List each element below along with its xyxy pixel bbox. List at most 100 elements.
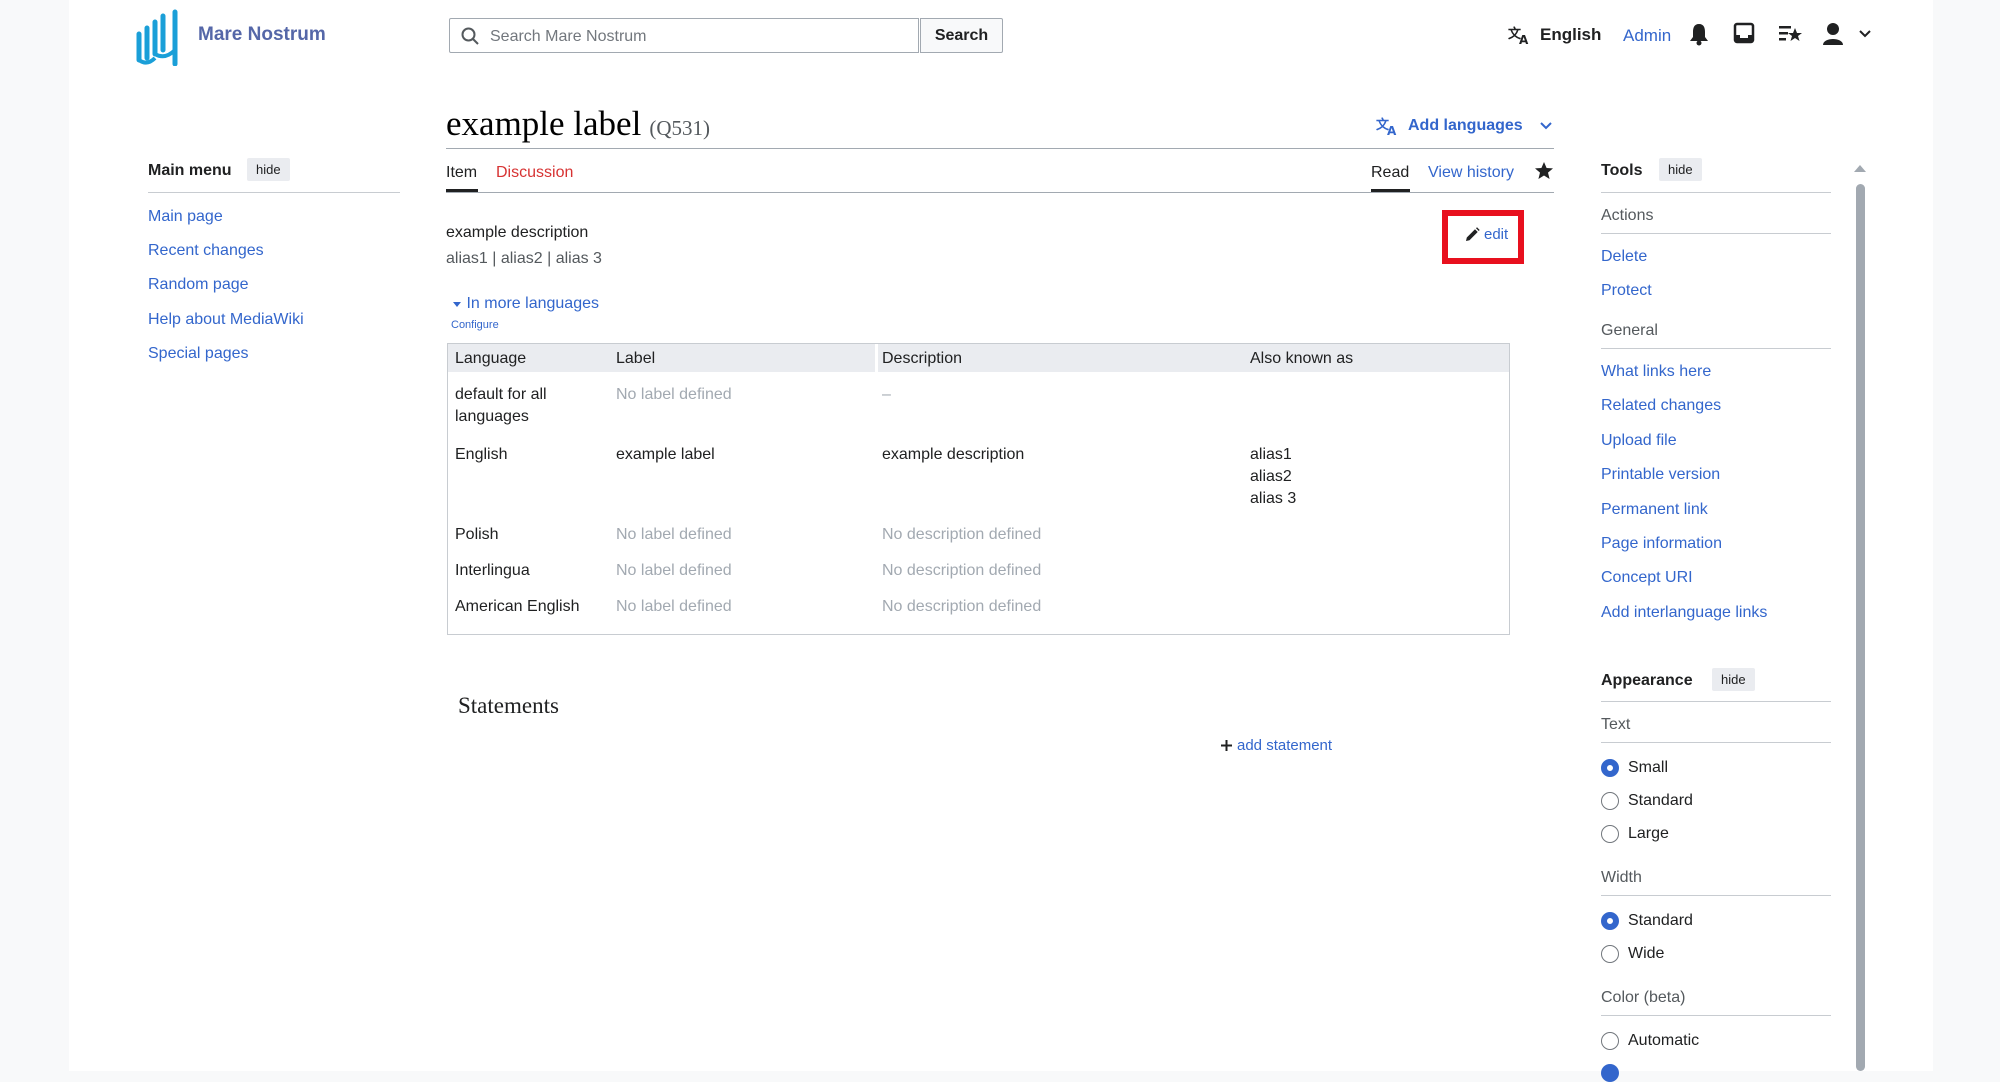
main-menu-hide-button[interactable]: hide	[247, 158, 290, 181]
table-header-aliases: Also known as	[1250, 350, 1354, 367]
table-cell-aliases: alias1 alias2 alias 3	[1250, 446, 1297, 507]
tool-upload-file[interactable]: Upload file	[1601, 432, 1677, 450]
svg-text:A: A	[1519, 33, 1529, 45]
radio-button[interactable]	[1601, 825, 1619, 843]
search-input[interactable]	[488, 19, 912, 54]
page-title-text: example label	[446, 104, 642, 143]
tools-general-heading: General	[1601, 322, 1658, 339]
menu-item-random-page[interactable]: Random page	[148, 276, 249, 294]
add-statement-label: add statement	[1237, 737, 1333, 754]
search-box[interactable]	[449, 18, 919, 54]
menu-item-recent-changes[interactable]: Recent changes	[148, 242, 264, 260]
table-cell-label: No label defined	[616, 562, 732, 579]
watchlist-icon[interactable]	[1778, 22, 1802, 44]
item-description: example description	[446, 224, 589, 241]
table-header-description: Description	[882, 350, 963, 367]
tool-delete[interactable]: Delete	[1601, 248, 1647, 266]
tabs-divider	[446, 192, 1554, 193]
menu-item-special-pages[interactable]: Special pages	[148, 345, 249, 363]
menu-item-help[interactable]: Help about MediaWiki	[148, 311, 304, 329]
radio-button[interactable]	[1601, 1064, 1619, 1082]
page-title: example label (Q531)	[446, 104, 710, 144]
divider	[1601, 701, 1831, 702]
radio-text-small[interactable]: Small	[1601, 759, 1668, 777]
tool-printable-version[interactable]: Printable version	[1601, 466, 1720, 484]
radio-label: Small	[1628, 759, 1669, 776]
tab-read[interactable]: Read	[1371, 164, 1409, 182]
in-more-languages-label: In more languages	[466, 295, 599, 312]
table-cell-description: No description defined	[882, 526, 1042, 543]
table-cell-description: example description	[882, 446, 1025, 463]
scrollbar-thumb[interactable]	[1856, 184, 1865, 1071]
radio-button[interactable]	[1601, 759, 1619, 777]
title-divider	[446, 148, 1554, 149]
tool-permanent-link[interactable]: Permanent link	[1601, 501, 1708, 519]
table-cell-description: No description defined	[882, 562, 1042, 579]
divider	[1601, 742, 1831, 743]
item-id: (Q531)	[649, 116, 710, 140]
table-cell-label: example label	[616, 446, 715, 463]
tool-page-information[interactable]: Page information	[1601, 535, 1722, 553]
divider	[1601, 233, 1831, 234]
radio-color-automatic[interactable]: Automatic	[1601, 1032, 1699, 1050]
chevron-down-icon[interactable]	[1858, 29, 1872, 39]
translate-icon: 文 A	[1508, 26, 1529, 45]
add-languages-label: Add languages	[1408, 117, 1523, 134]
edit-link[interactable]: edit	[1464, 226, 1508, 243]
radio-text-standard[interactable]: Standard	[1601, 792, 1693, 810]
table-cell-label: No label defined	[616, 598, 732, 615]
tool-add-interlanguage-links[interactable]: Add interlanguage links	[1601, 604, 1767, 622]
radio-width-wide[interactable]: Wide	[1601, 945, 1664, 963]
divider	[148, 192, 400, 193]
divider	[1601, 895, 1831, 896]
star-watch-icon[interactable]	[1534, 161, 1554, 181]
search-button[interactable]: Search	[920, 18, 1003, 53]
radio-label: Large	[1628, 825, 1669, 842]
radio-text-large[interactable]: Large	[1601, 825, 1669, 843]
table-cell-language: American English	[455, 598, 580, 615]
translate-icon: 文 A	[1376, 117, 1397, 136]
radio-button[interactable]	[1601, 912, 1619, 930]
table-cell-description: –	[882, 386, 891, 403]
radio-width-standard[interactable]: Standard	[1601, 912, 1693, 930]
radio-label: Standard	[1628, 792, 1693, 809]
add-languages-button[interactable]: 文 A Add languages	[1376, 116, 1553, 136]
radio-button[interactable]	[1601, 945, 1619, 963]
site-name[interactable]: Mare Nostrum	[198, 24, 326, 46]
tools-hide-button[interactable]: hide	[1659, 158, 1702, 181]
radio-button[interactable]	[1601, 792, 1619, 810]
pencil-icon	[1466, 226, 1480, 241]
add-statement-link[interactable]: add statement	[1220, 737, 1332, 754]
tool-what-links-here[interactable]: What links here	[1601, 363, 1711, 381]
user-link[interactable]: Admin	[1623, 26, 1671, 46]
divider	[1601, 348, 1831, 349]
radio-button[interactable]	[1601, 1032, 1619, 1050]
search-icon	[461, 27, 479, 45]
chevron-down-icon	[1539, 122, 1552, 130]
column-separator	[875, 344, 878, 372]
tools-title: Tools	[1601, 162, 1643, 179]
svg-text:A: A	[1387, 124, 1397, 136]
site-logo-icon[interactable]	[135, 6, 183, 66]
tab-discussion[interactable]: Discussion	[496, 164, 573, 182]
statements-heading: Statements	[458, 693, 559, 718]
radio-label: Automatic	[1628, 1032, 1700, 1049]
appearance-color-heading: Color (beta)	[1601, 989, 1686, 1006]
in-more-languages-toggle[interactable]: In more languages	[452, 295, 599, 313]
scroll-up-arrow-icon[interactable]	[1852, 163, 1868, 173]
tool-related-changes[interactable]: Related changes	[1601, 397, 1721, 415]
tab-item[interactable]: Item	[446, 164, 477, 182]
appearance-hide-button[interactable]: hide	[1712, 668, 1755, 691]
inbox-icon[interactable]	[1733, 22, 1755, 44]
configure-link[interactable]: Configure	[451, 319, 499, 331]
table-header-language: Language	[455, 350, 527, 367]
divider	[1601, 192, 1831, 193]
tool-concept-uri[interactable]: Concept URI	[1601, 569, 1693, 587]
table-cell-description: No description defined	[882, 598, 1042, 615]
bell-icon[interactable]	[1688, 22, 1710, 46]
tool-protect[interactable]: Protect	[1601, 282, 1652, 300]
tab-view-history[interactable]: View history	[1428, 164, 1514, 182]
language-switcher[interactable]: 文 A English	[1508, 25, 1601, 45]
menu-item-main-page[interactable]: Main page	[148, 208, 223, 226]
user-avatar-icon[interactable]	[1822, 22, 1844, 46]
